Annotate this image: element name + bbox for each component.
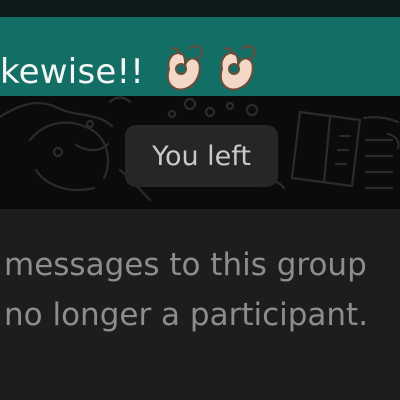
footer-message-line-1: messages to this group	[4, 247, 367, 283]
ok-hand-icon	[166, 45, 203, 91]
system-notice-text: You left	[152, 140, 251, 172]
top-edge-strip	[0, 0, 400, 17]
message-text: kewise!!	[0, 52, 145, 92]
footer-message-line-2: no longer a participant.	[4, 297, 369, 333]
message-bubble[interactable]: kewise!!	[0, 17, 400, 96]
ok-hand-icon	[219, 45, 256, 91]
system-notice: You left	[125, 125, 278, 187]
